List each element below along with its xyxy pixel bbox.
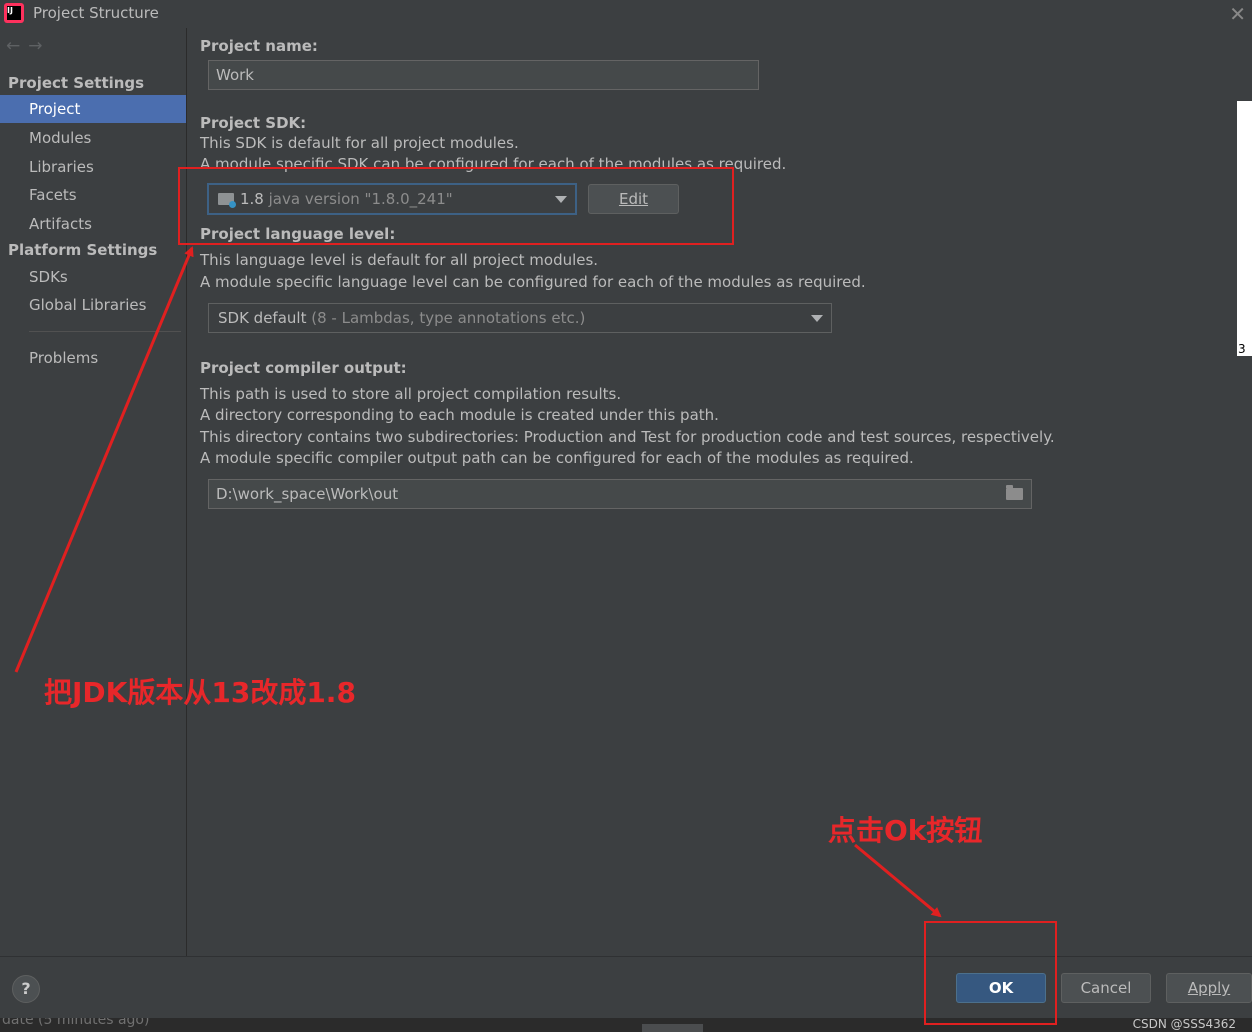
output-description-3: This directory contains two subdirectori… <box>200 428 1055 446</box>
folder-browse-icon[interactable] <box>1006 485 1023 500</box>
nav-arrows: ←→ <box>6 36 51 56</box>
sidebar-item-modules[interactable]: Modules <box>0 124 186 152</box>
ok-annotation-text: 点击Ok按钮 <box>828 814 983 847</box>
status-text: date (5 minutes ago) <box>2 1018 150 1028</box>
compiler-output-input[interactable]: D:\work_space\Work\out <box>208 479 1032 509</box>
sidebar-item-facets[interactable]: Facets <box>0 181 186 209</box>
project-name-input[interactable]: Work <box>208 60 759 90</box>
project-settings-header: Project Settings <box>8 74 145 92</box>
sidebar-item-artifacts[interactable]: Artifacts <box>0 210 186 238</box>
dialog-footer: ? OK Cancel Apply <box>0 956 1252 1019</box>
background-window-glyph: 3 <box>1238 342 1246 356</box>
intellij-app-icon: IJ <box>4 3 24 23</box>
window-title: Project Structure <box>33 4 159 22</box>
csdn-watermark: CSDN @SSS4362 <box>1132 1018 1236 1031</box>
sidebar-divider <box>29 331 181 332</box>
language-level-detail: (8 - Lambdas, type annotations etc.) <box>311 309 586 327</box>
back-arrow-icon[interactable]: ← <box>6 36 28 56</box>
forward-arrow-icon[interactable]: → <box>28 36 50 56</box>
platform-settings-header: Platform Settings <box>8 241 158 259</box>
cancel-button[interactable]: Cancel <box>1061 973 1151 1003</box>
output-description-1: This path is used to store all project c… <box>200 385 622 403</box>
sidebar-item-project[interactable]: Project <box>0 95 186 123</box>
sidebar-item-global-libraries[interactable]: Global Libraries <box>0 291 186 319</box>
sidebar-item-libraries[interactable]: Libraries <box>0 153 186 181</box>
language-level-dropdown[interactable]: SDK default (8 - Lambdas, type annotatio… <box>208 303 832 333</box>
output-description-4: A module specific compiler output path c… <box>200 449 914 467</box>
output-description-2: A directory corresponding to each module… <box>200 406 719 424</box>
language-description-1: This language level is default for all p… <box>200 251 599 269</box>
jdk-annotation-text: 把JDK版本从13改成1.8 <box>44 676 356 709</box>
sidebar-item-sdks[interactable]: SDKs <box>0 263 186 291</box>
chevron-down-icon <box>811 315 823 322</box>
close-icon[interactable]: ✕ <box>1229 2 1246 26</box>
sidebar-item-problems[interactable]: Problems <box>0 344 186 372</box>
background-window-edge <box>1237 101 1252 356</box>
ok-highlight-box <box>924 921 1057 1025</box>
status-tab <box>642 1024 703 1032</box>
status-bar: date (5 minutes ago) CSDN @SSS4362 <box>0 1018 1252 1032</box>
title-bar: IJ Project Structure ✕ <box>0 0 1252 28</box>
apply-button[interactable]: Apply <box>1166 973 1252 1003</box>
project-name-label: Project name: <box>200 37 318 55</box>
project-sdk-label: Project SDK: <box>200 114 307 132</box>
apply-button-label: Apply <box>1187 979 1231 997</box>
sidebar: ←→ Project Settings Project Modules Libr… <box>0 28 187 956</box>
compiler-output-path: D:\work_space\Work\out <box>216 485 399 503</box>
sdk-highlight-box <box>178 167 734 245</box>
language-description-2: A module specific language level can be … <box>200 273 866 291</box>
language-level-value: SDK default <box>218 309 307 327</box>
sdk-description-1: This SDK is default for all project modu… <box>200 134 519 152</box>
help-button[interactable]: ? <box>12 975 40 1003</box>
compiler-output-label: Project compiler output: <box>200 359 407 377</box>
